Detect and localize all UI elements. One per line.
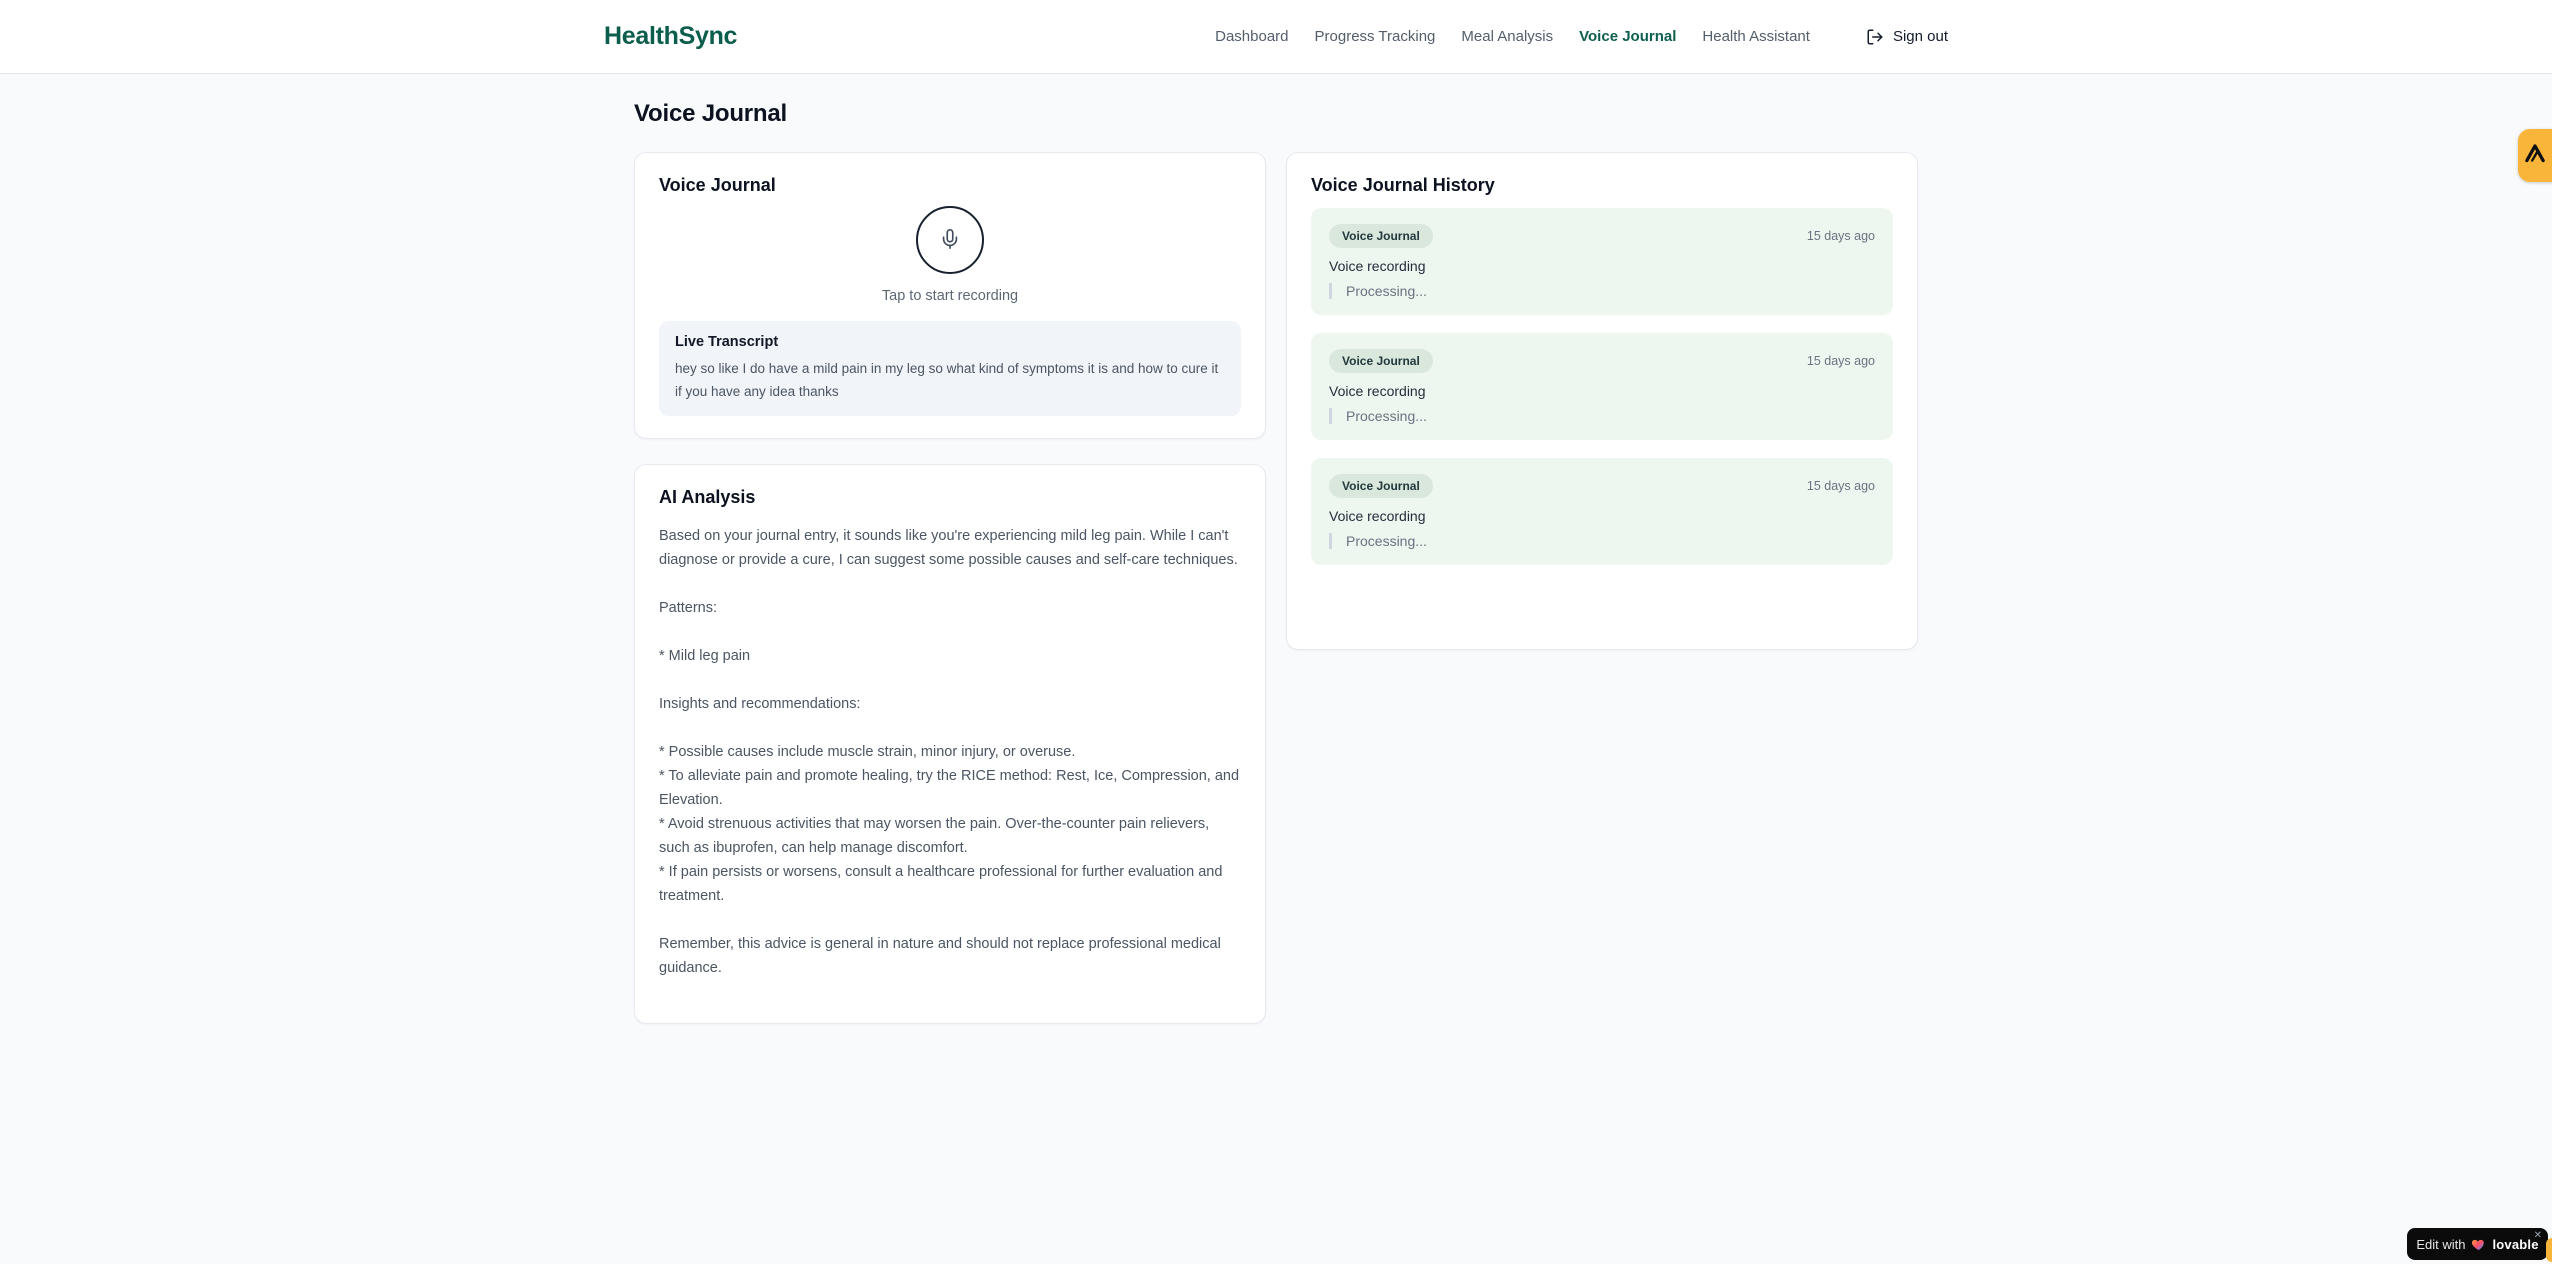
history-entry[interactable]: Voice Journal 15 days ago Voice recordin… [1311, 458, 1893, 565]
entry-timestamp: 15 days ago [1806, 229, 1875, 243]
lovable-side-badge[interactable] [2518, 129, 2552, 182]
analysis-paragraph: Remember, this advice is general in natu… [659, 936, 1221, 976]
analysis-paragraph: * Mild leg pain [659, 648, 751, 664]
right-column: Voice Journal History Voice Journal 15 d… [1286, 152, 1918, 650]
analysis-card-title: AI Analysis [659, 487, 756, 507]
analysis-paragraph: Insights and recommendations: [659, 696, 861, 712]
entry-title: Voice recording [1329, 258, 1426, 274]
tap-to-record-hint: Tap to start recording [881, 288, 1019, 304]
entry-status-quote: Processing... [1329, 533, 1875, 549]
brand-logo[interactable]: HealthSync [604, 22, 737, 51]
close-icon[interactable]: ✕ [2534, 1230, 2542, 1241]
history-entries-list: Voice Journal 15 days ago Voice recordin… [1311, 208, 1893, 565]
edit-with-label: Edit with [2416, 1236, 2466, 1252]
main-content: Voice Journal Voice Journal Tap to start… [634, 74, 1918, 1024]
ai-analysis-card: AI Analysis Based on your journal entry,… [634, 464, 1266, 1024]
entry-title: Voice recording [1329, 508, 1426, 524]
nav-link[interactable]: Voice Journal [1579, 28, 1676, 45]
entry-timestamp: 15 days ago [1806, 354, 1875, 368]
left-column: Voice Journal Tap to start recording Liv… [634, 152, 1266, 1024]
lovable-brand-label: lovable [2492, 1236, 2539, 1252]
entry-type-badge: Voice Journal [1329, 224, 1433, 248]
microphone-icon [939, 228, 961, 253]
nav-link[interactable]: Health Assistant [1702, 28, 1810, 45]
nav-link[interactable]: Progress Tracking [1315, 28, 1436, 45]
entry-title: Voice recording [1329, 383, 1426, 399]
record-button[interactable] [916, 206, 984, 274]
page-title: Voice Journal [634, 100, 788, 127]
history-entry[interactable]: Voice Journal 15 days ago Voice recordin… [1311, 208, 1893, 315]
analysis-paragraph: Patterns: [659, 600, 718, 616]
sign-out-button[interactable]: Sign out [1866, 28, 1948, 46]
voice-journal-history-card: Voice Journal History Voice Journal 15 d… [1286, 152, 1918, 650]
transcript-text: hey so like I do have a mild pain in my … [675, 361, 1219, 399]
live-transcript-box: Live Transcript hey so like I do have a … [659, 321, 1241, 416]
history-card-title: Voice Journal History [1311, 175, 1495, 195]
history-entry[interactable]: Voice Journal 15 days ago Voice recordin… [1311, 333, 1893, 440]
heart-icon [2471, 1237, 2486, 1252]
nav-link[interactable]: Dashboard [1215, 28, 1288, 45]
lovable-logo-icon [2522, 140, 2548, 171]
entry-status-quote: Processing... [1329, 283, 1875, 299]
corner-orange-badge[interactable] [2546, 1238, 2552, 1262]
entry-status-quote: Processing... [1329, 408, 1875, 424]
recorder-card-title: Voice Journal [659, 175, 776, 195]
analysis-paragraph: * Possible causes include muscle strain,… [659, 744, 1240, 904]
voice-recorder-card: Voice Journal Tap to start recording Liv… [634, 152, 1266, 439]
app-root: HealthSync Dashboard Progress Tracking M… [0, 0, 2552, 1264]
sign-out-label: Sign out [1892, 28, 1948, 45]
analysis-paragraph: Based on your journal entry, it sounds l… [659, 528, 1238, 568]
edit-with-lovable-badge[interactable]: Edit with lovable ✕ [2407, 1228, 2548, 1260]
entry-timestamp: 15 days ago [1806, 479, 1875, 493]
entry-type-badge: Voice Journal [1329, 349, 1433, 373]
top-header: HealthSync Dashboard Progress Tracking M… [0, 0, 2552, 74]
analysis-body: Based on your journal entry, it sounds l… [659, 524, 1241, 980]
nav-link[interactable]: Meal Analysis [1461, 28, 1553, 45]
sign-out-icon [1866, 28, 1884, 46]
main-nav: Dashboard Progress Tracking Meal Analysi… [1215, 28, 1810, 45]
transcript-title: Live Transcript [675, 334, 779, 350]
entry-type-badge: Voice Journal [1329, 474, 1433, 498]
